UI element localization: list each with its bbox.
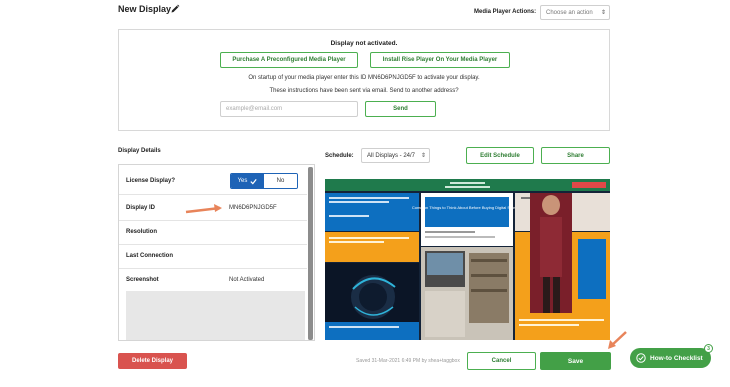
display-details-label: Display Details xyxy=(118,148,161,154)
activation-panel: Display not activated. Purchase A Precon… xyxy=(118,29,610,131)
page-title: New Display xyxy=(118,4,172,14)
preview-collage: Common Things to Think About Before Buyi… xyxy=(325,179,610,340)
email-input[interactable]: example@email.com xyxy=(220,101,358,117)
email-instructions: These instructions have been sent via em… xyxy=(269,88,459,94)
activation-title: Display not activated. xyxy=(330,40,398,47)
saved-status: Saved 31-Mar-2021 6:49 PM by shea+taggbo… xyxy=(356,358,460,364)
schedule-label: Schedule: xyxy=(325,153,354,159)
license-yes-option[interactable]: Yes xyxy=(231,174,264,188)
license-row: License Display? Yes No xyxy=(119,167,307,195)
media-player-actions-select[interactable]: Choose an action ⇕ xyxy=(540,5,610,20)
media-player-actions-value: Choose an action xyxy=(546,9,593,16)
purchase-media-player-button[interactable]: Purchase A Preconfigured Media Player xyxy=(220,52,358,68)
schedule-value: All Displays - 24/7 xyxy=(367,152,416,159)
edit-schedule-button[interactable]: Edit Schedule xyxy=(466,147,534,164)
screenshot-placeholder xyxy=(126,291,305,340)
media-player-actions-label: Media Player Actions: xyxy=(474,9,537,15)
last-connection-label: Last Connection xyxy=(126,253,174,259)
screenshot-status: Not Activated xyxy=(229,277,265,283)
save-button[interactable]: Save xyxy=(540,352,611,370)
arrow-to-save xyxy=(608,331,627,349)
cancel-button[interactable]: Cancel xyxy=(467,352,536,370)
checklist-label: How-to Checklist xyxy=(650,354,703,362)
display-id-row: Display ID MN6D6PNJGD5F xyxy=(119,197,307,221)
startup-instructions: On startup of your media player enter th… xyxy=(248,75,480,81)
preview-headline: Common Things to Think About Before Buyi… xyxy=(412,205,523,210)
screenshot-row: Screenshot Not Activated xyxy=(119,269,307,293)
resolution-label: Resolution xyxy=(126,229,157,235)
license-toggle[interactable]: Yes No xyxy=(230,173,298,189)
display-id-label: Display ID xyxy=(126,205,156,211)
check-icon xyxy=(250,178,258,184)
license-yes-label: Yes xyxy=(237,178,248,184)
send-button[interactable]: Send xyxy=(365,101,436,117)
last-connection-row: Last Connection xyxy=(119,245,307,269)
schedule-select[interactable]: All Displays - 24/7 ⇕ xyxy=(361,148,430,163)
license-no-option[interactable]: No xyxy=(264,174,297,188)
screenshot-label: Screenshot xyxy=(126,277,159,283)
display-details-panel: License Display? Yes No Display ID MN6D6… xyxy=(118,164,315,341)
scrollbar-thumb[interactable] xyxy=(308,167,313,340)
pencil-icon[interactable] xyxy=(170,4,180,14)
delete-display-button[interactable]: Delete Display xyxy=(118,353,187,369)
updown-caret-icon: ⇕ xyxy=(420,152,426,159)
display-preview: Common Things to Think About Before Buyi… xyxy=(325,179,610,340)
license-label: License Display? xyxy=(126,178,176,184)
display-id-value: MN6D6PNJGD5F xyxy=(229,205,277,211)
checklist-badge: 3 xyxy=(704,344,713,353)
updown-caret-icon: ⇕ xyxy=(600,9,606,16)
check-circle-icon xyxy=(636,353,646,363)
resolution-row: Resolution xyxy=(119,221,307,245)
share-button[interactable]: Share xyxy=(541,147,610,164)
install-rise-player-button[interactable]: Install Rise Player On Your Media Player xyxy=(370,52,510,68)
how-to-checklist-button[interactable]: How-to Checklist 3 xyxy=(630,344,713,368)
details-scrollbar[interactable] xyxy=(308,167,313,340)
